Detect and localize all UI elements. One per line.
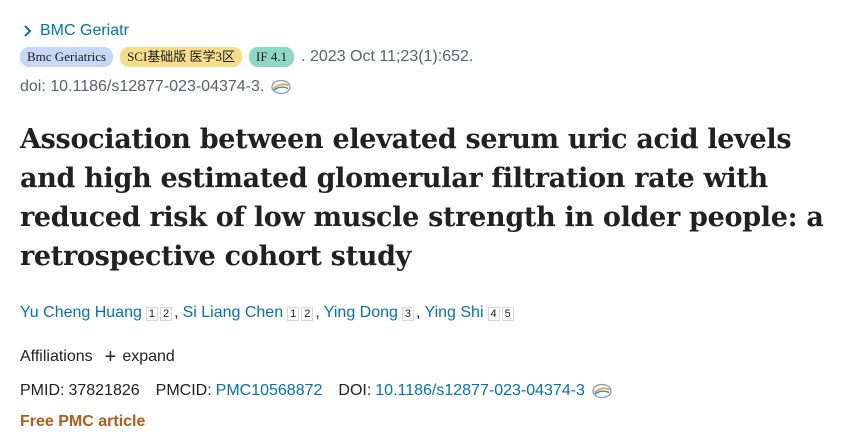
author-affiliation-refs: 3 bbox=[401, 307, 416, 321]
author-separator: , bbox=[416, 304, 421, 321]
citation-date: . 2023 Oct 11;23(1):652. bbox=[301, 48, 474, 65]
author-list: Yu Cheng Huang 1 2, Si Liang Chen 1 2, Ying Do… bbox=[20, 304, 516, 330]
chevron-right-icon bbox=[24, 25, 32, 37]
plus-icon: + bbox=[104, 346, 117, 368]
journal-badge[interactable]: Bmc Geriatrics bbox=[20, 47, 114, 67]
external-resource-icon[interactable] bbox=[270, 79, 292, 95]
pmid-label: PMID: bbox=[20, 382, 65, 399]
external-resource-icon[interactable] bbox=[591, 383, 613, 399]
affiliation-ref-button[interactable]: 2 bbox=[160, 307, 173, 321]
article-title: Association between elevated serum uric … bbox=[20, 124, 824, 272]
affiliation-ref-button[interactable]: 3 bbox=[401, 307, 415, 321]
author-name-link[interactable]: Ying Dong bbox=[324, 304, 398, 322]
affiliation-ref-button[interactable]: 4 bbox=[487, 307, 500, 321]
affiliations-label: Affiliations bbox=[20, 348, 93, 365]
author-separator: , bbox=[174, 304, 179, 321]
affiliations-row: Affiliations + expand bbox=[20, 345, 175, 369]
affiliation-ref-button[interactable]: 1 bbox=[287, 307, 300, 321]
author-name-link[interactable]: Ying Shi bbox=[425, 304, 484, 322]
affiliation-ref-button[interactable]: 1 bbox=[145, 307, 158, 321]
citation-doi-row: doi: 10.1186/s12877-023-04374-3. bbox=[20, 75, 292, 99]
sci-badge[interactable]: SCI基础版 医学3区 bbox=[120, 47, 243, 67]
affiliations-expand-button[interactable]: + expand bbox=[104, 346, 175, 368]
author-affiliation-refs: 12 bbox=[145, 307, 174, 321]
journal-link[interactable]: BMC Geriatr bbox=[20, 20, 129, 42]
citation-doi: doi: 10.1186/s12877-023-04374-3. bbox=[20, 78, 265, 95]
doi-label: DOI: bbox=[338, 382, 372, 399]
journal-link-label: BMC Geriatr bbox=[40, 22, 129, 39]
author-separator: , bbox=[315, 304, 320, 321]
affiliation-ref-button[interactable]: 2 bbox=[301, 307, 314, 321]
author-affiliation-refs: 12 bbox=[287, 307, 315, 321]
affiliation-ref-button[interactable]: 5 bbox=[501, 307, 514, 321]
pmcid-label: PMCID: bbox=[155, 382, 212, 399]
free-pmc-article-link[interactable]: Free PMC article bbox=[20, 410, 145, 434]
journal-meta-row: Bmc Geriatrics SCI基础版 医学3区 IF 4.1 . 2023… bbox=[20, 45, 473, 69]
pmid-value: 37821826 bbox=[68, 382, 140, 399]
expand-label: expand bbox=[122, 348, 175, 365]
pmcid-link[interactable]: PMC10568872 bbox=[216, 382, 323, 400]
author-name-link[interactable]: Yu Cheng Huang bbox=[20, 304, 142, 322]
author-affiliation-refs: 45 bbox=[487, 307, 516, 321]
impact-factor-badge[interactable]: IF 4.1 bbox=[249, 47, 295, 67]
identifiers-row: PMID: 37821826 PMCID: PMC10568872 DOI: 1… bbox=[20, 379, 613, 403]
author-name-link[interactable]: Si Liang Chen bbox=[183, 304, 284, 322]
doi-link[interactable]: 10.1186/s12877-023-04374-3 bbox=[375, 382, 585, 400]
